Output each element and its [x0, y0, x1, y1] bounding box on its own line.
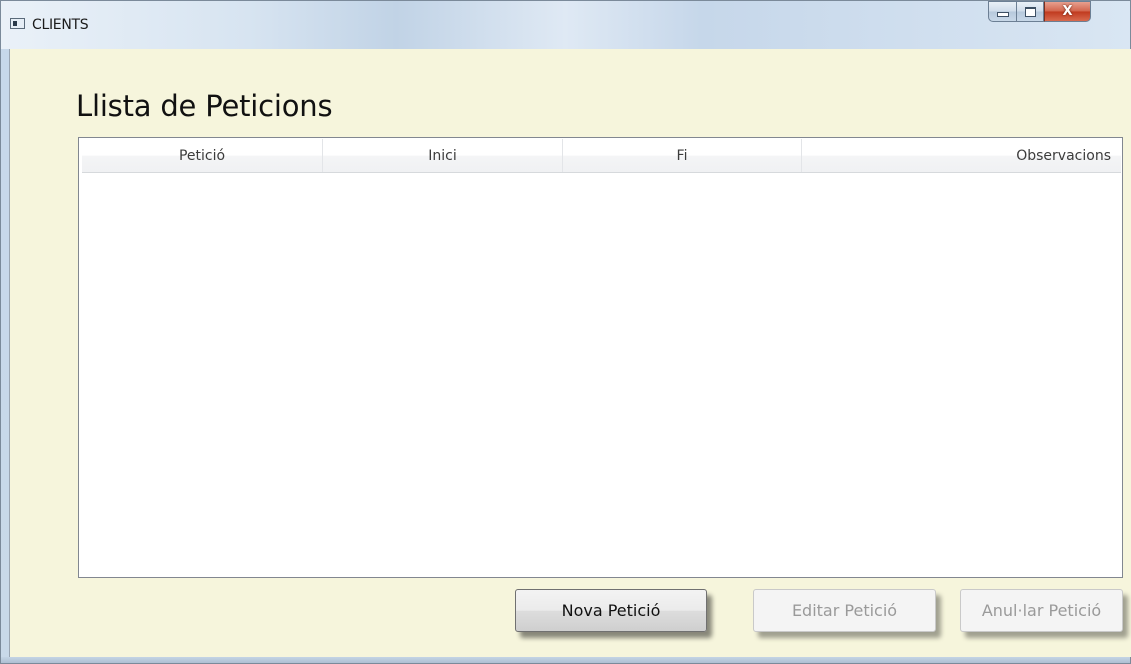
- column-header-inici[interactable]: Inici: [323, 139, 563, 172]
- close-icon: X: [1062, 4, 1073, 19]
- list-body[interactable]: [82, 173, 1121, 575]
- anullar-peticio-button[interactable]: Anul·lar Petició: [960, 589, 1123, 632]
- peticions-list[interactable]: Petició Inici Fi Observacions: [78, 137, 1123, 578]
- nova-peticio-button[interactable]: Nova Petició: [515, 589, 707, 632]
- minimize-button[interactable]: [988, 1, 1016, 22]
- maximize-icon: [1024, 6, 1036, 17]
- client-area: Llista de Peticions Petició Inici Fi Obs…: [9, 49, 1131, 657]
- title-bar[interactable]: CLIENTS X: [1, 1, 1130, 49]
- window-app-icon[interactable]: [10, 18, 25, 29]
- column-header-observacions[interactable]: Observacions: [802, 139, 1121, 172]
- editar-peticio-button[interactable]: Editar Petició: [753, 589, 936, 632]
- column-header-fi[interactable]: Fi: [563, 139, 802, 172]
- minimize-icon: [996, 12, 1009, 17]
- caption-buttons: X: [988, 1, 1091, 24]
- window-title: CLIENTS: [32, 17, 89, 33]
- page-title: Llista de Peticions: [76, 89, 333, 123]
- window-bottom-border: [1, 657, 1130, 663]
- close-button[interactable]: X: [1044, 1, 1091, 22]
- list-header: Petició Inici Fi Observacions: [82, 139, 1121, 173]
- column-header-peticio[interactable]: Petició: [82, 139, 323, 172]
- maximize-button[interactable]: [1016, 1, 1044, 22]
- clients-window: CLIENTS X Llista de Peticions Petició In…: [0, 0, 1131, 664]
